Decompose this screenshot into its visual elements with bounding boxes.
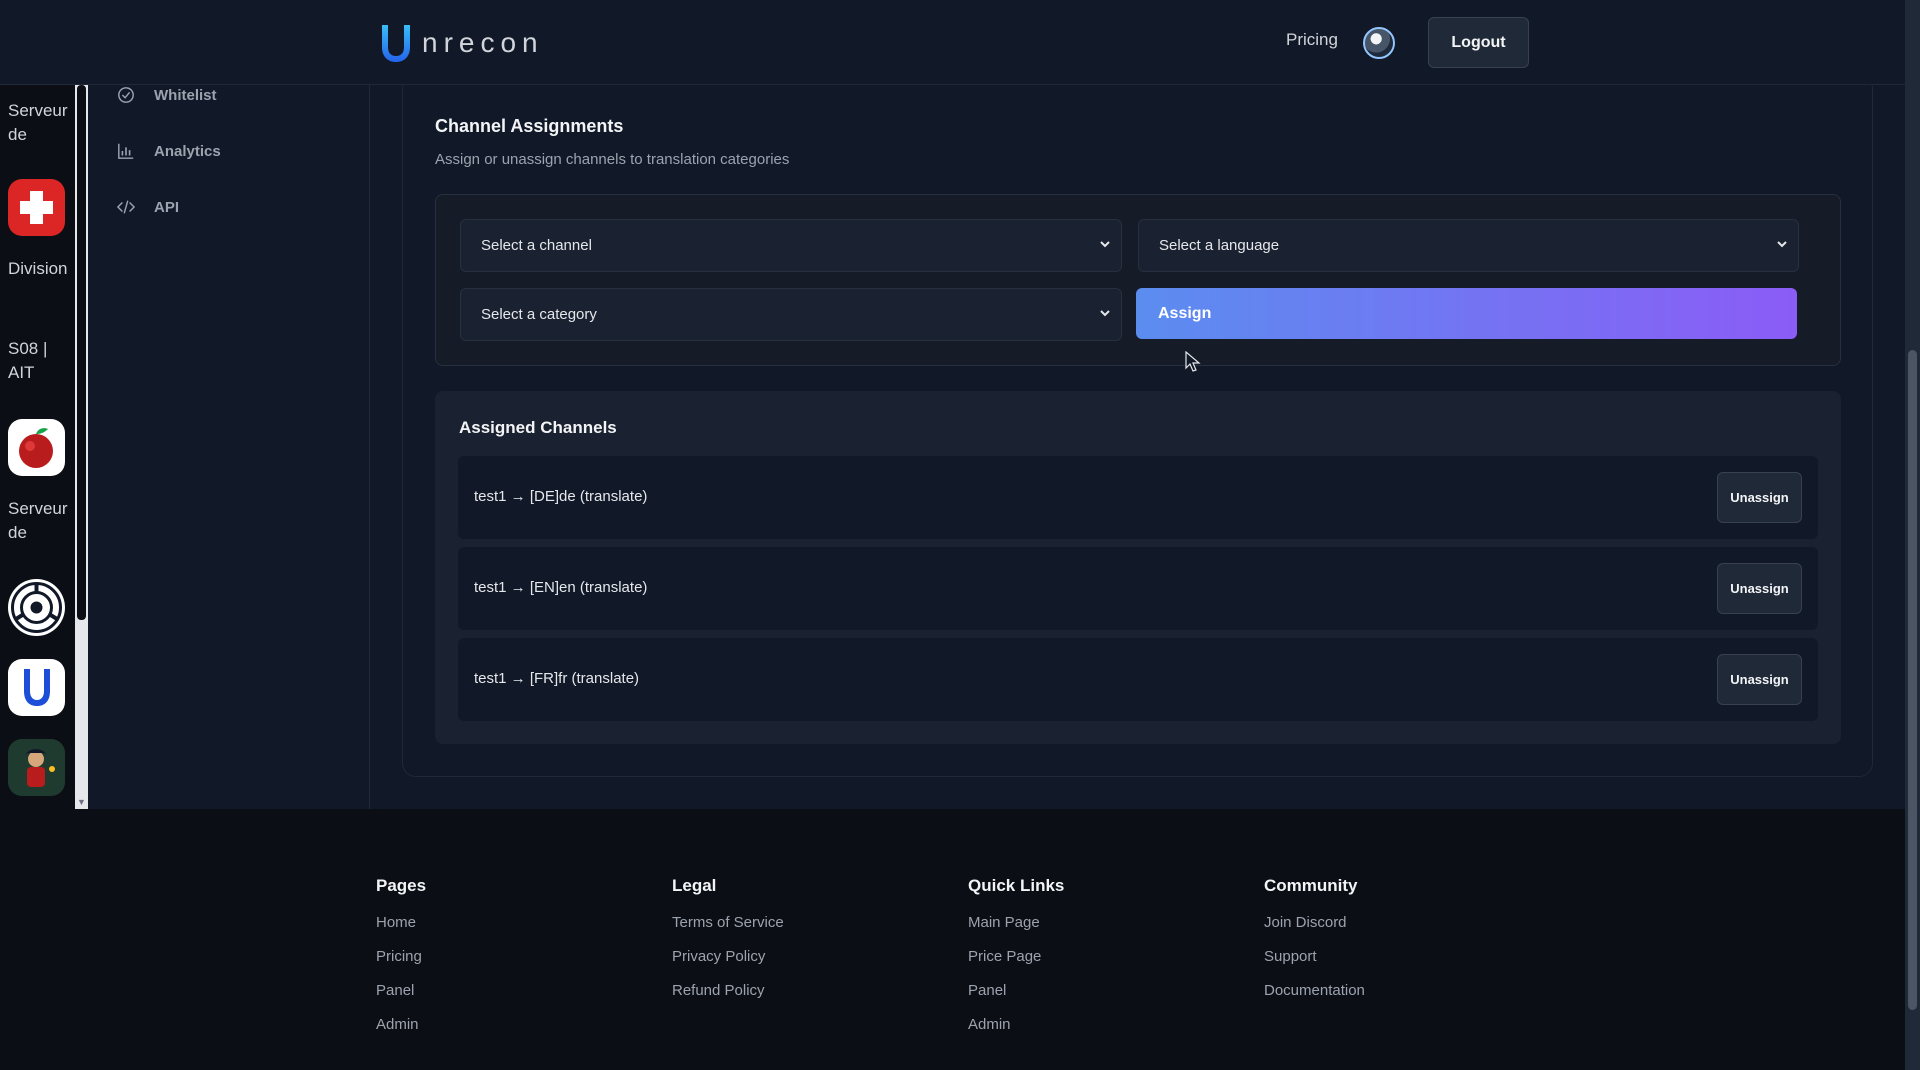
assignment-text: test1 → [FR]fr (translate) xyxy=(474,670,640,687)
footer-link-panel[interactable]: Panel xyxy=(968,982,1064,1016)
nav-pricing-link[interactable]: Pricing xyxy=(1286,30,1338,50)
category-select[interactable]: Select a category xyxy=(460,288,1122,341)
sidebar-item-label: Whitelist xyxy=(154,86,217,104)
server-label: Division xyxy=(8,259,68,278)
server-label: S08 | AIT xyxy=(8,339,48,382)
unassign-button[interactable]: Unassign xyxy=(1717,654,1802,705)
assignment-text: test1 → [DE]de (translate) xyxy=(474,488,648,505)
chevron-down-icon xyxy=(1100,310,1110,317)
section-title: Channel Assignments xyxy=(435,116,624,136)
server-item-scp[interactable] xyxy=(8,579,65,636)
sidebar-nav: Whitelist Analytics API xyxy=(88,85,370,809)
footer-column-title: Pages xyxy=(376,876,427,895)
top-header: nrecon Pricing Logout xyxy=(0,0,1905,85)
server-item-serveur-2[interactable]: Serveur de xyxy=(8,497,68,553)
sidebar-item-api[interactable]: API xyxy=(116,197,179,217)
sidebar-item-label: Analytics xyxy=(154,142,221,160)
footer-column-quick-links: Quick Links Main Page Price Page Panel A… xyxy=(968,876,1064,1050)
unassign-button[interactable]: Unassign xyxy=(1717,472,1802,523)
check-circle-icon xyxy=(116,85,136,105)
scp-logo-icon xyxy=(11,582,62,633)
sidebar-item-analytics[interactable]: Analytics xyxy=(116,141,221,161)
site-footer: Pages Home Pricing Panel Admin Legal Ter… xyxy=(0,809,1905,1070)
assigned-channels-panel: Assigned Channels test1 → [DE]de (transl… xyxy=(435,391,1841,744)
footer-link-pricing[interactable]: Pricing xyxy=(376,948,426,982)
unrecon-logo-icon xyxy=(24,669,50,706)
user-avatar[interactable] xyxy=(1363,27,1395,59)
rail-scrollbar[interactable]: ▼ xyxy=(75,85,88,809)
table-row: test1 → [FR]fr (translate) Unassign xyxy=(458,638,1818,721)
language-select[interactable]: Select a language xyxy=(1138,219,1799,272)
assigned-channels-title: Assigned Channels xyxy=(459,418,617,437)
server-item-division[interactable]: Division xyxy=(8,257,68,305)
code-icon xyxy=(116,197,136,217)
chevron-down-icon xyxy=(1777,241,1787,248)
unassign-button[interactable]: Unassign xyxy=(1717,563,1802,614)
mouse-cursor-icon xyxy=(1185,351,1201,372)
section-subtitle: Assign or unassign channels to translati… xyxy=(435,151,790,168)
assignment-form: Select a channel Select a language Selec… xyxy=(435,194,1841,366)
scroll-down-arrow-icon[interactable]: ▼ xyxy=(77,797,86,807)
footer-link-support[interactable]: Support xyxy=(1264,948,1365,982)
footer-link-admin[interactable]: Admin xyxy=(968,1016,1064,1050)
footer-link-panel[interactable]: Panel xyxy=(376,982,426,1016)
bar-chart-icon xyxy=(116,141,136,161)
page-scrollbar[interactable] xyxy=(1905,0,1920,1070)
footer-link-home[interactable]: Home xyxy=(376,914,426,948)
footer-link-privacy[interactable]: Privacy Policy xyxy=(672,948,784,982)
server-item-character[interactable] xyxy=(8,739,65,796)
footer-column-community: Community Join Discord Support Documenta… xyxy=(1264,876,1365,1016)
apple-icon xyxy=(19,428,53,468)
server-rail: Serveur de Division S08 | AIT Serveur de xyxy=(0,85,88,809)
server-label: Serveur de xyxy=(8,499,68,542)
channel-select-value: Select a channel xyxy=(481,237,592,254)
server-item-swiss[interactable] xyxy=(8,179,65,236)
footer-link-terms[interactable]: Terms of Service xyxy=(672,914,784,948)
channel-assignments-card: Channel Assignments Assign or unassign c… xyxy=(402,75,1873,777)
table-row: test1 → [DE]de (translate) Unassign xyxy=(458,456,1818,539)
logout-button[interactable]: Logout xyxy=(1428,17,1529,68)
character-avatar-icon xyxy=(8,739,65,796)
footer-column-title: Legal xyxy=(672,876,717,895)
unrecon-u-icon xyxy=(382,25,410,62)
rail-scrollbar-thumb[interactable] xyxy=(77,85,86,620)
category-select-value: Select a category xyxy=(481,306,597,323)
language-select-value: Select a language xyxy=(1159,237,1280,254)
channel-select[interactable]: Select a channel xyxy=(460,219,1122,272)
footer-link-join-discord[interactable]: Join Discord xyxy=(1264,914,1365,948)
table-row: test1 → [EN]en (translate) Unassign xyxy=(458,547,1818,630)
footer-column-legal: Legal Terms of Service Privacy Policy Re… xyxy=(672,876,784,1016)
server-item-apple[interactable] xyxy=(8,419,65,476)
sidebar-item-whitelist[interactable]: Whitelist xyxy=(116,85,217,105)
server-item-unrecon[interactable] xyxy=(8,659,65,716)
footer-column-title: Community xyxy=(1264,876,1358,895)
footer-column-pages: Pages Home Pricing Panel Admin xyxy=(376,876,426,1050)
footer-link-main-page[interactable]: Main Page xyxy=(968,914,1064,948)
footer-link-refund[interactable]: Refund Policy xyxy=(672,982,784,1016)
footer-link-price-page[interactable]: Price Page xyxy=(968,948,1064,982)
server-item-serveur-1[interactable]: Serveur de xyxy=(8,99,68,155)
assign-button[interactable]: Assign xyxy=(1136,288,1797,339)
assignment-text: test1 → [EN]en (translate) xyxy=(474,579,648,596)
swiss-cross-icon xyxy=(20,191,53,224)
page-scrollbar-thumb[interactable] xyxy=(1908,350,1917,1010)
server-item-s08-ait[interactable]: S08 | AIT xyxy=(8,337,68,391)
chevron-down-icon xyxy=(1100,241,1110,248)
server-label: Serveur de xyxy=(8,101,68,144)
brand-name: nrecon xyxy=(422,27,544,58)
brand-logo[interactable]: nrecon xyxy=(376,20,544,66)
sidebar-item-label: API xyxy=(154,198,180,216)
footer-link-documentation[interactable]: Documentation xyxy=(1264,982,1365,1016)
footer-link-admin[interactable]: Admin xyxy=(376,1016,426,1050)
footer-column-title: Quick Links xyxy=(968,876,1065,895)
